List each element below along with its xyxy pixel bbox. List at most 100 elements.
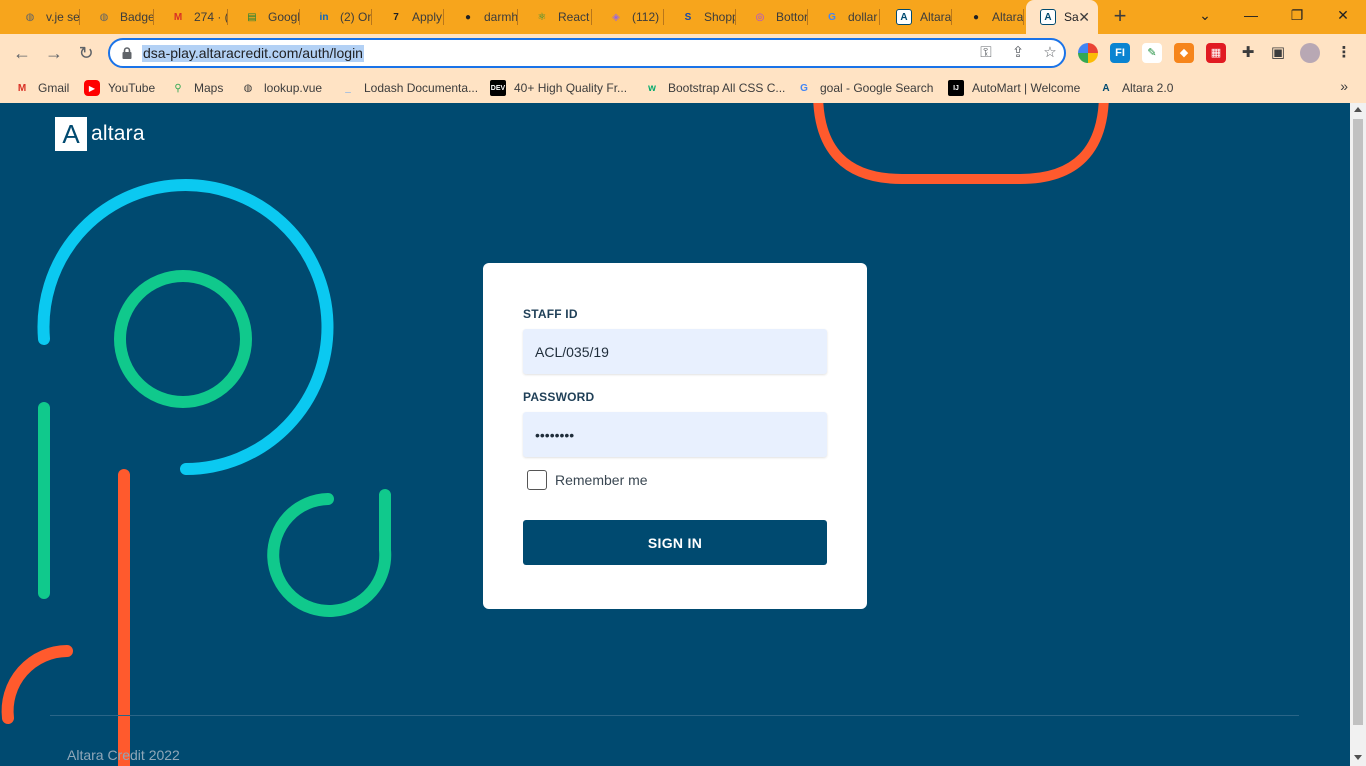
tab-separator [951, 9, 952, 25]
remember-me-checkbox[interactable] [527, 470, 547, 490]
orange-pill-shape [813, 103, 1109, 184]
tab-title: Googl [268, 10, 300, 24]
github-icon: ● [464, 11, 472, 23]
globe-icon: ◍ [243, 82, 253, 94]
key-icon[interactable]: ⚿ [976, 43, 996, 63]
bookmark-item[interactable]: A Altara 2.0 [1098, 78, 1173, 98]
browser-tab[interactable]: ◎ Bottor [738, 0, 808, 34]
minimize-button[interactable]: — [1228, 0, 1274, 30]
bookmark-label: 40+ High Quality Fr... [514, 81, 628, 95]
remember-me-label[interactable]: Remember me [555, 472, 648, 488]
extensions-puzzle-icon[interactable]: ✚ [1238, 43, 1258, 63]
github-icon: ● [972, 11, 980, 23]
restore-button[interactable]: ❐ [1274, 0, 1320, 30]
color-picker-extension-icon[interactable] [1078, 43, 1098, 63]
tab-separator [517, 9, 518, 25]
bookmark-item[interactable]: _ Lodash Documenta... [340, 78, 478, 98]
altara-icon: A [896, 9, 912, 25]
bookmark-label: Bootstrap All CSS C... [668, 81, 786, 95]
bookmark-item[interactable]: M Gmail [14, 78, 70, 98]
bookmark-item[interactable]: ◍ lookup.vue [240, 78, 322, 98]
fi-extension-icon[interactable]: FI [1110, 43, 1130, 63]
staff-id-label: STAFF ID [523, 307, 578, 321]
scroll-thumb[interactable] [1353, 119, 1363, 725]
browser-tab[interactable]: A Sa ✕ [1026, 0, 1098, 34]
page-scrollbar[interactable] [1350, 103, 1366, 766]
dev-icon: DEV [490, 80, 506, 96]
lodash-icon: _ [345, 82, 351, 94]
tab-title: Badge [120, 10, 154, 24]
tab-separator [443, 9, 444, 25]
feather-extension-icon[interactable]: ✎ [1142, 43, 1162, 63]
back-icon[interactable]: ← [10, 41, 34, 65]
browser-tab[interactable]: ● darmh [446, 0, 518, 34]
login-page: A altara STAFF ID PASSWORD Remember me S… [0, 103, 1350, 766]
gmail-icon: M [173, 11, 183, 23]
browser-tab[interactable]: ◈ (112) [594, 0, 664, 34]
browser-tab[interactable]: S Shopp [666, 0, 736, 34]
bookmark-label: AutoMart | Welcome [972, 81, 1081, 95]
tab-separator [807, 9, 808, 25]
tab-separator [1023, 9, 1024, 25]
footer-copyright: Altara Credit 2022 [67, 747, 180, 763]
profile-avatar[interactable] [1300, 43, 1320, 63]
tab-title: Altara [992, 10, 1024, 24]
tab-separator [299, 9, 300, 25]
bookmark-label: Gmail [38, 81, 70, 95]
google-sheets-icon: ▤ [247, 11, 257, 23]
browser-tab[interactable]: ⚛ React [520, 0, 592, 34]
sign-in-button[interactable]: SIGN IN [523, 520, 827, 565]
bookmark-item[interactable]: ▶ YouTube [84, 78, 155, 98]
globe-icon: ◍ [25, 11, 35, 23]
tab-strip: ◍ v.je se ◍ Badge M 274 · ( ▤ Googl in (2) On 7 App… [0, 0, 1366, 34]
orange-quarter-arc-shape [1, 645, 73, 724]
bookmark-item[interactable]: DEV 40+ High Quality Fr... [490, 78, 627, 98]
browser-tab[interactable]: A Altara [882, 0, 952, 34]
address-bar[interactable]: dsa-play.altaracredit.com/auth/login ⚿ ⇪… [108, 38, 1066, 68]
altara-logo[interactable]: A altara [55, 117, 145, 151]
mm-extension-icon[interactable]: ▦ [1206, 43, 1226, 63]
react-icon: ⚛ [537, 11, 547, 23]
tab-title: Shopp [704, 10, 736, 24]
scroll-up-arrow-icon[interactable] [1354, 107, 1362, 112]
url-text[interactable]: dsa-play.altaracredit.com/auth/login [142, 45, 364, 62]
bookmark-item[interactable]: Ggoal - Google Search [796, 78, 933, 98]
share-icon[interactable]: ⇪ [1008, 43, 1028, 63]
footer-divider [50, 715, 1299, 716]
green-ring-shape [114, 270, 252, 408]
bookmark-item[interactable]: ⚲ Maps [170, 78, 223, 98]
browser-tab[interactable]: ● Altara [954, 0, 1024, 34]
close-window-button[interactable]: ✕ [1320, 0, 1366, 30]
browser-tab[interactable]: ◍ Badge [82, 0, 154, 34]
password-input[interactable] [523, 412, 827, 457]
extension-icon: ◈ [612, 11, 620, 23]
bookmarks-overflow-icon[interactable]: » [1340, 78, 1348, 94]
browser-tab[interactable]: M 274 · ( [156, 0, 228, 34]
browser-tab[interactable]: ◍ v.je se [8, 0, 80, 34]
forward-icon[interactable]: → [42, 41, 66, 65]
metamask-extension-icon[interactable]: ◆ [1174, 43, 1194, 63]
tab-title: Apply [412, 10, 443, 24]
bookmark-label: Lodash Documenta... [364, 81, 479, 95]
tab-title: Sa [1064, 10, 1079, 24]
close-tab-icon[interactable]: ✕ [1078, 9, 1090, 25]
browser-tab[interactable]: Gdollar [810, 0, 880, 34]
reload-icon[interactable]: ↻ [74, 41, 98, 65]
bookmark-item[interactable]: w Bootstrap All CSS C... [644, 78, 785, 98]
tab-title: v.je se [46, 10, 80, 24]
bookmark-label: lookup.vue [264, 81, 323, 95]
bookmark-star-icon[interactable]: ☆ [1040, 43, 1060, 63]
gmail-icon: M [17, 82, 27, 94]
browser-tab[interactable]: ▤ Googl [230, 0, 300, 34]
side-panel-icon[interactable]: ▣ [1268, 43, 1288, 63]
bookmark-item[interactable]: IJ AutoMart | Welcome [948, 78, 1080, 98]
menu-kebab-icon[interactable]: ⋮ [1334, 43, 1354, 63]
browser-tab[interactable]: in (2) On [302, 0, 372, 34]
scroll-down-arrow-icon[interactable] [1354, 755, 1362, 760]
linkedin-icon: in [319, 11, 329, 23]
tab-search-chevron-icon[interactable]: ⌄ [1182, 0, 1228, 30]
bookmark-label: goal - Google Search [820, 81, 934, 95]
staff-id-input[interactable] [523, 329, 827, 374]
browser-tab[interactable]: 7 Apply [374, 0, 444, 34]
new-tab-button[interactable]: + [1108, 5, 1132, 29]
